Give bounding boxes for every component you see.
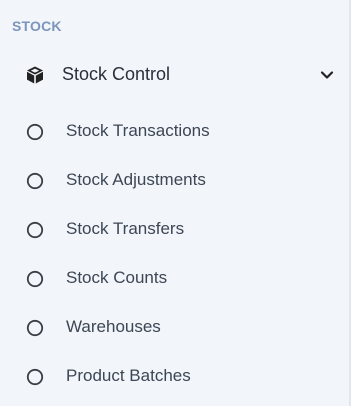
submenu-item-label: Product Batches [66,366,191,385]
stock-control-submenu: Stock Transactions Stock Adjustments Sto… [12,110,349,406]
submenu-item-label: Stock Counts [66,268,168,287]
stock-control-label: Stock Control [62,64,171,84]
submenu-item-label: Stock Adjustments [66,170,206,189]
circle-outline-icon [26,270,44,288]
cube-icon [27,66,43,84]
sidebar-panel: STOCK Stock Control Stock Transactions S… [0,0,351,406]
submenu-item-label: Stock Transfers [66,219,185,238]
submenu-item-stock-adjustments[interactable]: Stock Adjustments [12,159,349,208]
circle-outline-icon [26,319,44,337]
submenu-item-warehouses[interactable]: Warehouses [12,306,349,355]
submenu-item-product-batches[interactable]: Product Batches [12,355,349,404]
chevron-down-icon[interactable] [320,68,334,82]
submenu-item-stock-transactions[interactable]: Stock Transactions [12,110,349,159]
section-header: STOCK [12,18,62,34]
circle-outline-icon [26,123,44,141]
circle-outline-icon [26,368,44,386]
stock-control-menu-toggle[interactable]: Stock Control [0,52,349,100]
circle-outline-icon [26,172,44,190]
submenu-item-stock-transfers[interactable]: Stock Transfers [12,208,349,257]
circle-outline-icon [26,221,44,239]
submenu-item-stock-counts[interactable]: Stock Counts [12,257,349,306]
submenu-item-label: Stock Transactions [66,121,210,140]
submenu-item-label: Warehouses [66,317,161,336]
